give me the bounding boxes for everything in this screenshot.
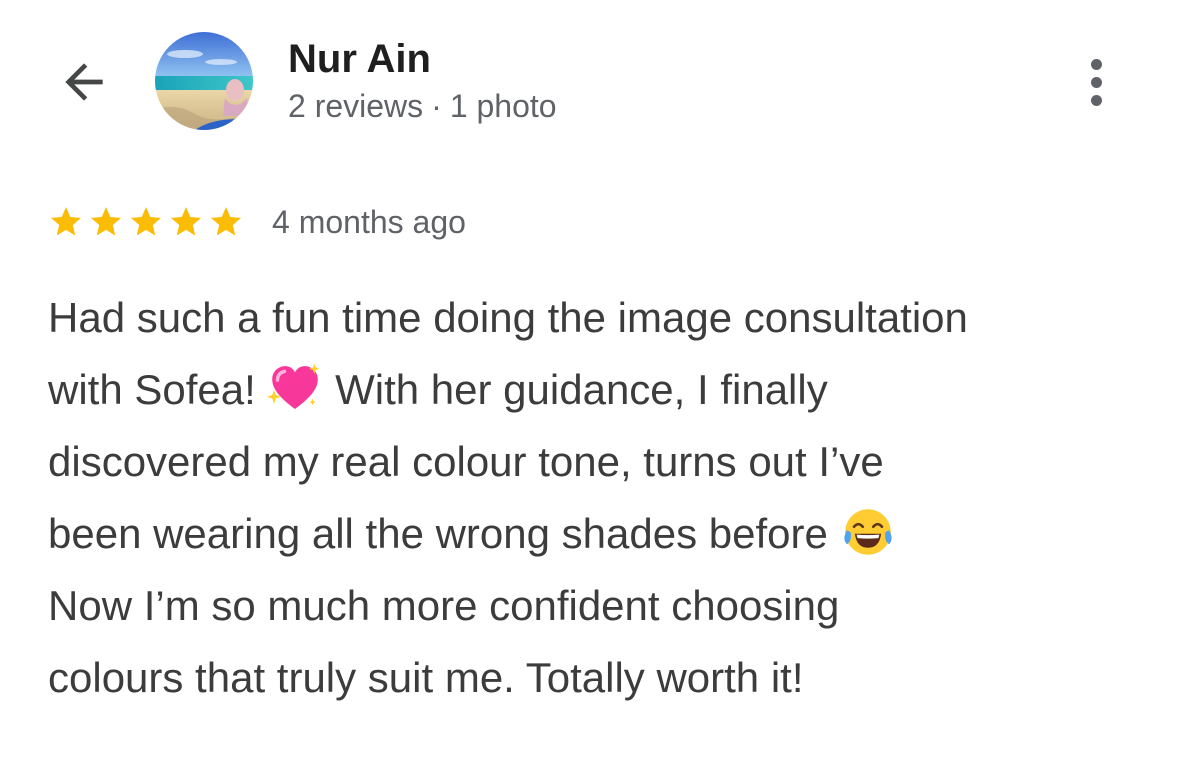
reviews-count: 2 reviews (288, 88, 424, 124)
star-icon (131, 207, 161, 236)
review-text-segment: discovered my real colour tone, turns ou… (48, 438, 884, 485)
meta-separator: · (431, 88, 442, 124)
review-body: Had such a fun time doing the image cons… (48, 282, 1148, 714)
review-text-segment: Now I’m so much more confident choosing (48, 582, 840, 629)
review-text-line: colours that truly suit me. Totally wort… (48, 642, 1148, 714)
more-vert-icon (1090, 58, 1102, 70)
reviewer-name[interactable]: Nur Ain (288, 36, 431, 82)
star-icon (91, 207, 121, 236)
review-text-line: been wearing all the wrong shades before (48, 498, 1148, 570)
arrow-back-icon (65, 63, 103, 101)
review-text-line: Had such a fun time doing the image cons… (48, 282, 1148, 354)
review-text-line: Now I’m so much more confident choosing (48, 570, 1148, 642)
reviewer-stats: 2 reviews · 1 photo (288, 86, 557, 126)
review-text-segment: With her guidance, I finally (335, 366, 828, 413)
star-icon (211, 207, 241, 236)
review-text-segment: Had such a fun time doing the image cons… (48, 294, 968, 341)
review-text-line: discovered my real colour tone, turns ou… (48, 426, 1148, 498)
more-options-button[interactable] (1072, 52, 1120, 112)
review-time: 4 months ago (272, 203, 466, 240)
sparkling-heart-icon (267, 360, 323, 416)
back-button[interactable] (52, 50, 116, 114)
review-text-segment: been wearing all the wrong shades before (48, 510, 828, 557)
tears-of-joy-icon (840, 504, 896, 560)
review-text-segment: with Sofea! (48, 366, 256, 413)
photos-count: 1 photo (449, 88, 557, 124)
more-vert-icon-dot (1090, 94, 1102, 106)
star-rating (48, 204, 248, 240)
rating-row: 4 months ago (48, 200, 466, 244)
star-icon (171, 207, 201, 236)
review-text-line: with Sofea! With her guidance, I finally (48, 354, 1148, 426)
more-vert-icon-dot (1090, 76, 1102, 88)
review-header: Nur Ain 2 reviews · 1 photo (0, 0, 1179, 150)
beach-photo-avatar (155, 32, 253, 130)
star-icon (51, 207, 81, 236)
review-text-segment: colours that truly suit me. Totally wort… (48, 654, 804, 701)
avatar[interactable] (155, 32, 253, 130)
